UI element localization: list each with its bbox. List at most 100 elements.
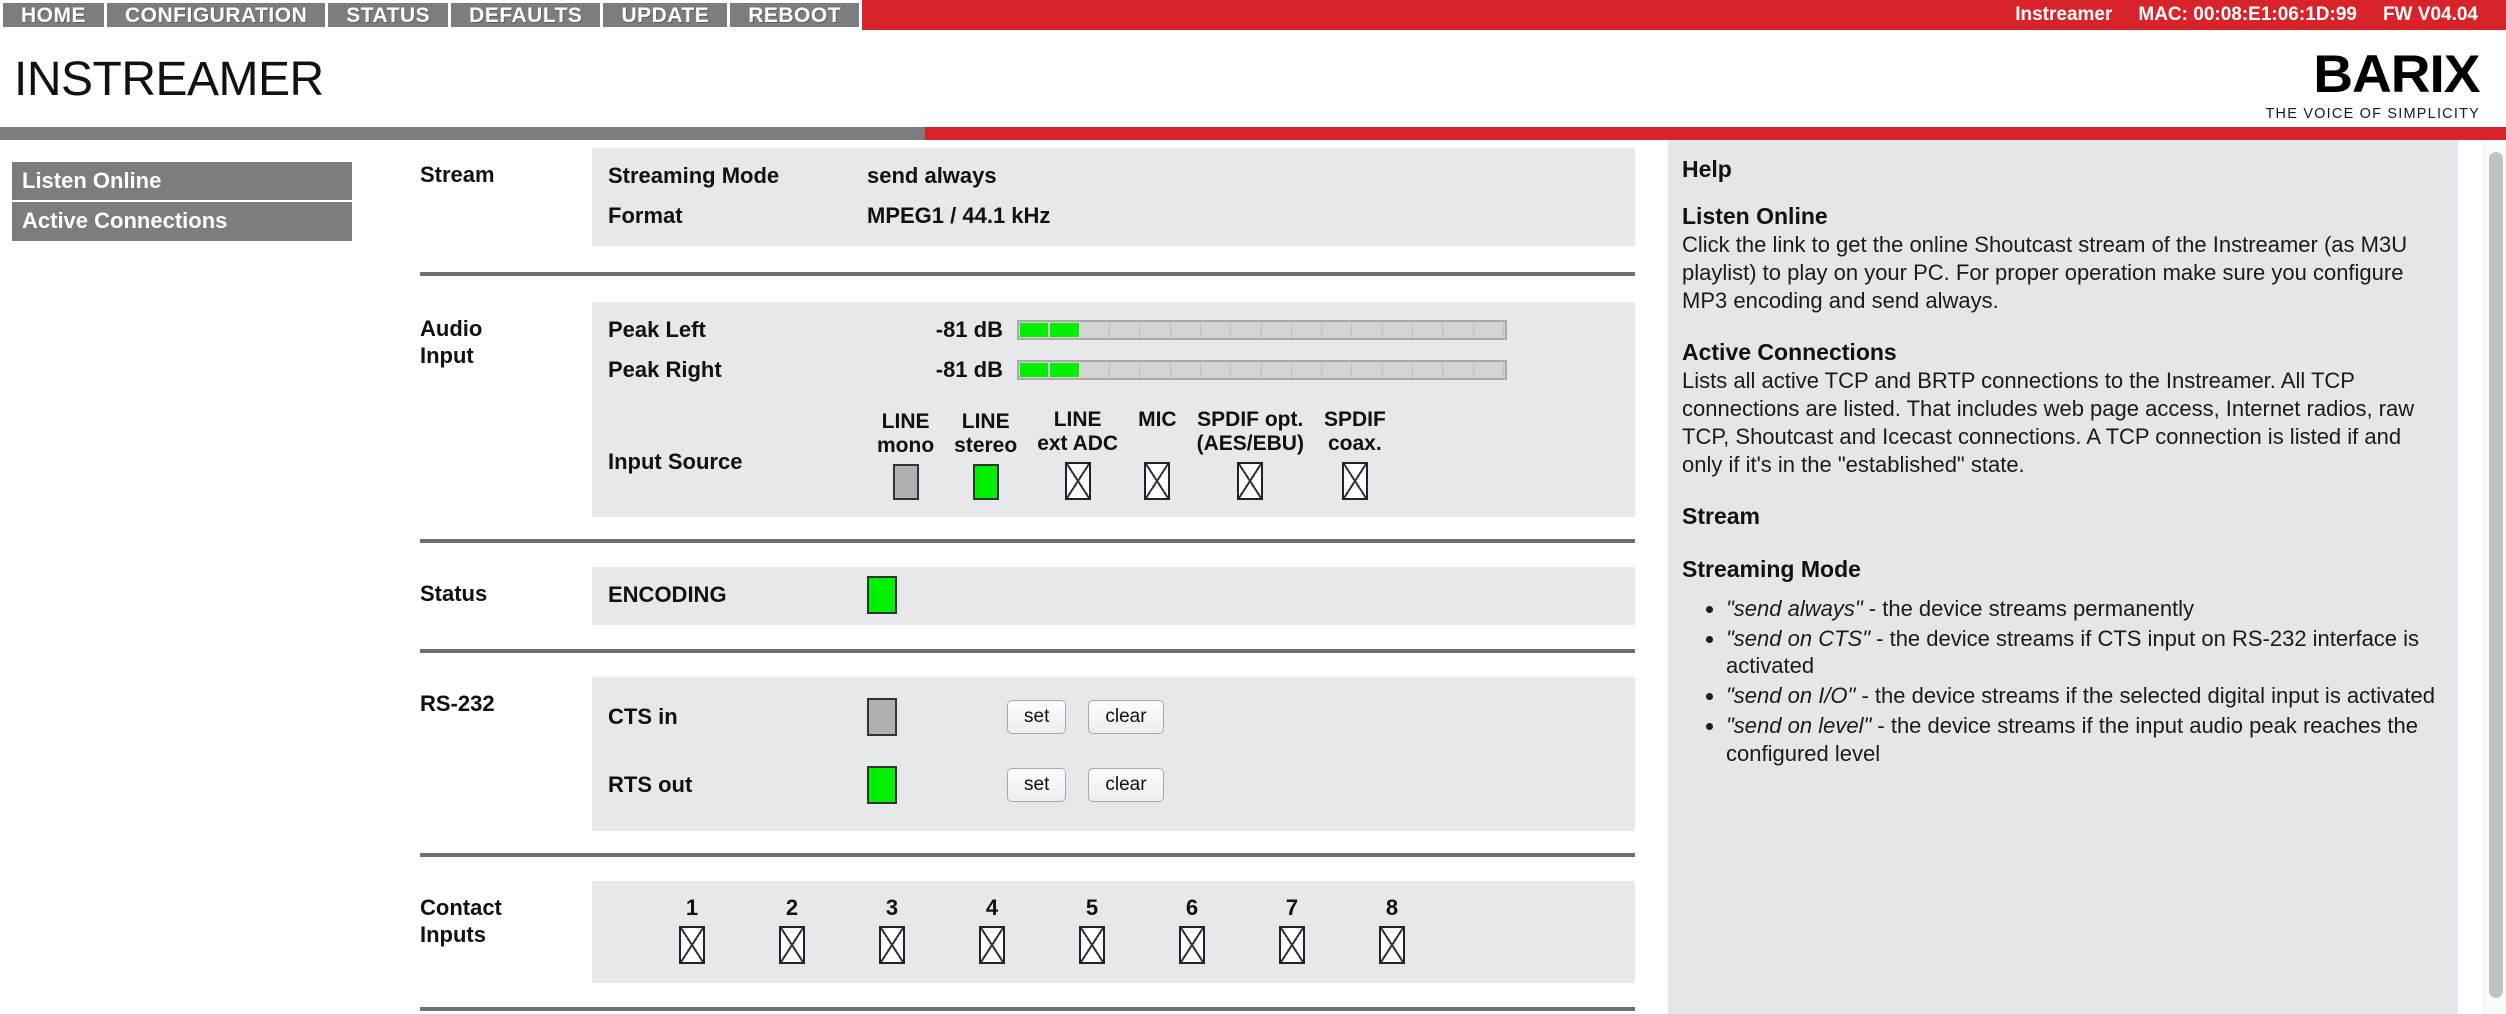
vu-meter-left [1017, 320, 1507, 340]
contact-input-number-7: 7 [1285, 894, 1299, 920]
row-format: Format MPEG1 / 44.1 kHz [592, 196, 1635, 236]
missing-image-icon-source-3 [1064, 461, 1091, 500]
label-format: Format [608, 203, 683, 228]
label-peak-right: Peak Right [608, 357, 722, 382]
help-bullet-3: "send on I/O" - the device streams if th… [1726, 682, 2436, 710]
missing-image-icon-contact-2 [779, 925, 805, 964]
sidebar: Listen Online Active Connections [12, 162, 352, 243]
vu-segment-left-16 [1474, 323, 1504, 337]
missing-image-icon-contact-3 [879, 925, 905, 964]
barix-tagline: THE VOICE OF SIMPLICITY [2265, 106, 2480, 122]
vu-segment-left-7 [1201, 323, 1232, 337]
value-format: MPEG1 / 44.1 kHz [867, 203, 1051, 228]
nav-item-status[interactable]: STATUS [328, 0, 452, 30]
help-bullet-4: "send on level" - the device streams if … [1726, 712, 2436, 768]
nav-item-reboot[interactable]: REBOOT [730, 0, 863, 30]
led-input-source-1 [892, 463, 919, 500]
contact-input-1: 1 [642, 895, 742, 969]
nav-item-home[interactable]: HOME [0, 0, 107, 30]
nav-item-update[interactable]: UPDATE [603, 0, 731, 30]
rts-set-button[interactable]: set [1007, 767, 1067, 802]
input-source-option-1[interactable]: LINE mono [867, 410, 944, 505]
input-source-option-4[interactable]: MIC [1128, 408, 1187, 505]
input-source-option-3[interactable]: LINE ext ADC [1027, 408, 1128, 505]
page-header: INSTREAMER BARIX THE VOICE OF SIMPLICITY [0, 30, 2506, 127]
vu-segment-right-3 [1080, 363, 1110, 377]
help-bullet-1: "send always" - the device streams perma… [1726, 595, 2436, 623]
section-rs232: RS-232 CTS in set clear RTS out set clea… [420, 653, 1635, 857]
vu-segment-left-3 [1080, 323, 1110, 337]
label-rts-out: RTS out [608, 771, 693, 797]
help-panel: Help Listen Online Click the link to get… [1668, 140, 2458, 1014]
cts-set-button[interactable]: set [1007, 699, 1067, 734]
section-label-contact-inputs-line1: Contact [420, 894, 502, 920]
missing-image-icon-source-5 [1237, 461, 1264, 500]
contact-input-2: 2 [742, 895, 842, 969]
contact-input-list: 1 2 3 4 5 6 7 8 [642, 895, 1442, 969]
input-source-options: LINE mono LINE stereo LINE ext ADC MIC SPDIF o… [867, 408, 1396, 505]
contact-input-8: 8 [1342, 895, 1442, 969]
missing-image-icon-contact-6 [1179, 925, 1205, 964]
contact-input-number-4: 4 [985, 894, 999, 920]
value-peak-left: -81 dB [935, 317, 1003, 342]
vu-segment-right-12 [1353, 363, 1383, 377]
row-contact-inputs: 1 2 3 4 5 6 7 8 [592, 889, 1635, 973]
vu-segment-left-1 [1020, 323, 1050, 337]
input-source-option-2[interactable]: LINE stereo [944, 410, 1027, 505]
cts-clear-button[interactable]: clear [1088, 699, 1164, 734]
contact-input-number-1: 1 [685, 894, 699, 920]
barix-logo: BARIX THE VOICE OF SIMPLICITY [2265, 48, 2481, 122]
contact-input-number-2: 2 [785, 894, 799, 920]
scrollbar-thumb[interactable] [2489, 152, 2503, 998]
section-label-stream: Stream [420, 162, 495, 187]
input-source-option-6[interactable]: SPDIF coax. [1314, 408, 1396, 505]
section-contact-inputs: Contact Inputs 1 2 3 4 5 6 7 8 [420, 857, 1635, 1011]
nav-item-configuration[interactable]: CONFIGURATION [107, 0, 329, 30]
missing-image-icon-source-6 [1341, 461, 1368, 500]
vu-segment-left-10 [1292, 323, 1323, 337]
vu-segment-right-7 [1201, 363, 1232, 377]
vu-segment-right-2 [1050, 363, 1080, 377]
sidebar-item-listen-online[interactable]: Listen Online [12, 162, 352, 203]
section-label-audio-input-line1: Audio [420, 316, 483, 341]
section-stream: Stream Streaming Mode send always Format… [420, 140, 1635, 276]
row-input-source: Input Source LINE mono LINE stereo LINE ext A… [592, 404, 1635, 507]
contact-input-number-8: 8 [1385, 894, 1399, 920]
vu-segment-right-9 [1262, 363, 1292, 377]
row-cts-in: CTS in set clear [592, 689, 1635, 745]
contact-input-number-3: 3 [885, 894, 899, 920]
vu-segment-right-11 [1323, 363, 1353, 377]
vertical-scrollbar[interactable] [2484, 140, 2506, 1014]
contact-input-6: 6 [1142, 895, 1242, 969]
vu-segment-right-5 [1141, 363, 1171, 377]
vu-segment-right-4 [1110, 363, 1141, 377]
page-title: INSTREAMER [14, 53, 324, 106]
led-cts-in [867, 697, 897, 736]
section-audio-input: Audio Input Peak Left -81 dB Peak Right … [420, 276, 1635, 543]
vu-segment-left-9 [1262, 323, 1292, 337]
section-label-audio-input-line2: Input [420, 342, 474, 368]
input-source-option-5[interactable]: SPDIF opt. (AES/EBU) [1187, 408, 1314, 505]
missing-image-icon-contact-8 [1379, 925, 1405, 964]
input-source-caption-3: LINE ext ADC [1037, 408, 1119, 455]
input-source-caption-1: LINE mono [877, 410, 935, 457]
vu-segment-right-6 [1171, 363, 1201, 377]
missing-image-icon-source-4 [1144, 461, 1171, 500]
input-source-caption-5: SPDIF opt. (AES/EBU) [1196, 408, 1304, 455]
missing-image-icon-contact-7 [1279, 925, 1305, 964]
missing-image-icon-contact-1 [679, 925, 705, 964]
missing-image-icon-contact-4 [979, 925, 1005, 964]
top-navigation-bar: HOME CONFIGURATION STATUS DEFAULTS UPDAT… [0, 0, 2506, 30]
section-label-status: Status [420, 580, 488, 606]
vu-segment-left-2 [1050, 323, 1080, 337]
vu-segment-left-4 [1110, 323, 1141, 337]
rts-clear-button[interactable]: clear [1088, 767, 1164, 802]
help-body-active-connections: Lists all active TCP and BRTP connection… [1682, 367, 2415, 477]
nav-item-defaults[interactable]: DEFAULTS [451, 0, 604, 30]
sidebar-item-active-connections[interactable]: Active Connections [12, 202, 352, 243]
section-status: Status ENCODING [420, 543, 1635, 653]
help-heading-stream: Stream [1682, 502, 1760, 529]
input-source-caption-6: SPDIF coax. [1323, 408, 1386, 455]
vu-segment-left-13 [1383, 323, 1414, 337]
row-peak-right: Peak Right -81 dB [592, 350, 1635, 390]
